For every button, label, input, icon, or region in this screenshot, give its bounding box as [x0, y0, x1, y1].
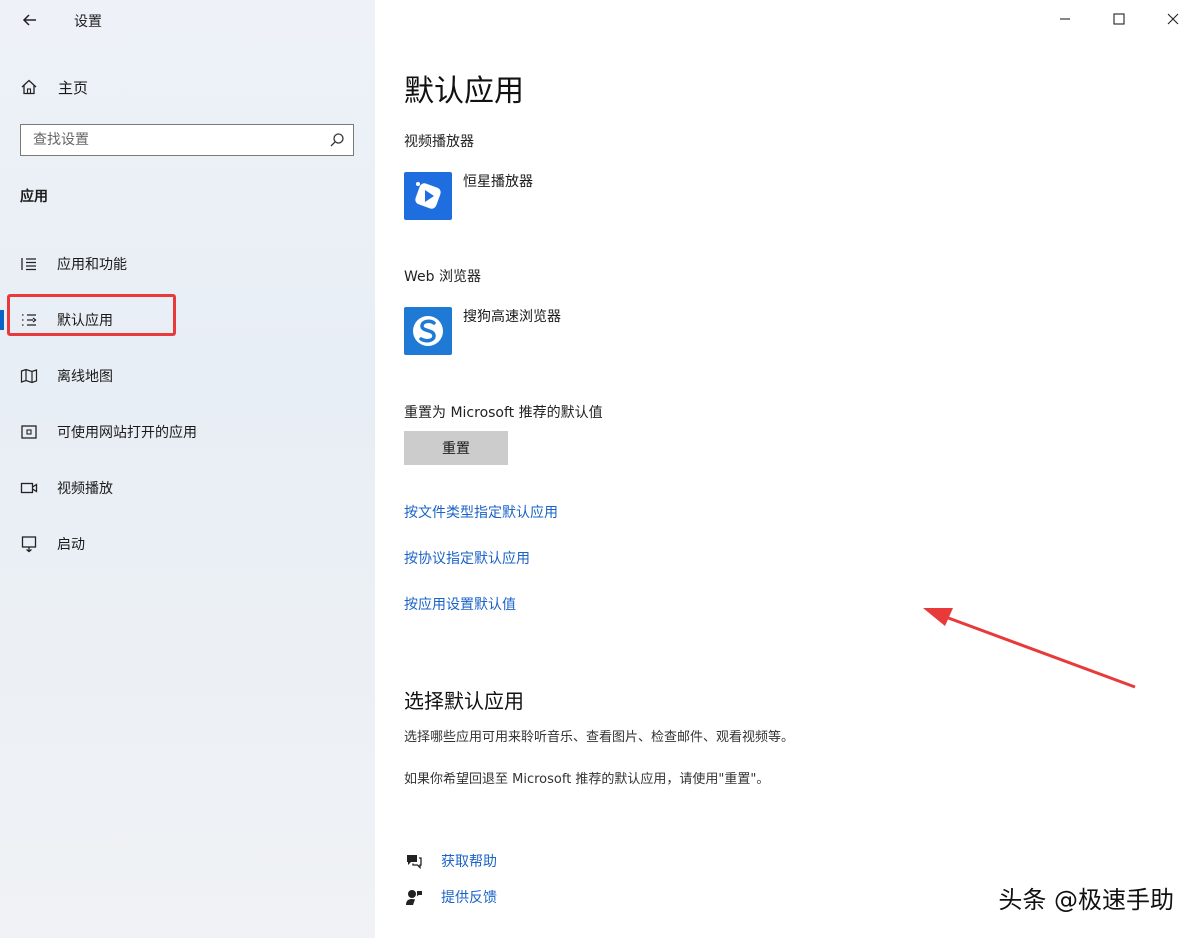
get-help-link[interactable]: 获取帮助: [404, 851, 497, 871]
apps-for-websites-icon: [21, 425, 37, 439]
link-by-app[interactable]: 按应用设置默认值: [404, 594, 516, 614]
home-label: 主页: [58, 78, 89, 97]
link-by-protocol[interactable]: 按协议指定默认应用: [404, 548, 530, 568]
feedback-label: 提供反馈: [441, 890, 497, 906]
sidebar-item-label: 视频播放: [57, 481, 113, 497]
search-icon[interactable]: [329, 132, 345, 148]
video-player-app[interactable]: 恒星播放器: [404, 172, 533, 220]
offline-maps-icon: [20, 368, 38, 384]
feedback-person-icon: [406, 890, 422, 905]
help-chat-icon: [407, 855, 422, 870]
player-app-icon: [404, 172, 452, 220]
sidebar-item-apps-for-websites[interactable]: 可使用网站打开的应用: [0, 412, 375, 452]
minimize-icon: [1060, 18, 1070, 20]
window-title: 设置: [74, 14, 102, 30]
back-arrow-icon[interactable]: [20, 10, 40, 30]
highlight-annotation: [7, 294, 176, 336]
watermark: 头条 @极速手助: [998, 886, 1174, 914]
video-playback-icon: [20, 482, 38, 494]
close-button[interactable]: [1146, 0, 1200, 38]
video-player-app-name: 恒星播放器: [463, 174, 533, 190]
close-icon: [1167, 13, 1179, 25]
sidebar-item-startup[interactable]: 启动: [0, 524, 375, 564]
sidebar: 设置 主页 应用 应用和功能 默认应用 离线地图: [0, 0, 375, 938]
sidebar-item-label: 离线地图: [57, 369, 113, 385]
web-browser-heading: Web 浏览器: [404, 269, 481, 285]
arrow-annotation: [923, 608, 1136, 689]
choose-description: 选择哪些应用可用来聆听音乐、查看图片、检查邮件、观看视频等。: [404, 730, 795, 745]
reset-hint: 如果你希望回退至 Microsoft 推荐的默认应用，请使用"重置"。: [404, 772, 770, 787]
web-browser-app[interactable]: 搜狗高速浏览器: [404, 307, 561, 355]
get-help-label: 获取帮助: [441, 854, 497, 870]
search-input[interactable]: [21, 125, 345, 155]
sidebar-item-apps-features[interactable]: 应用和功能: [0, 244, 375, 284]
home-icon: [21, 79, 37, 95]
video-player-heading: 视频播放器: [404, 134, 474, 150]
minimize-button[interactable]: [1038, 0, 1092, 38]
choose-default-apps-title: 选择默认应用: [404, 689, 524, 713]
reset-heading: 重置为 Microsoft 推荐的默认值: [404, 405, 603, 421]
sidebar-item-offline-maps[interactable]: 离线地图: [0, 356, 375, 396]
web-browser-app-name: 搜狗高速浏览器: [463, 309, 561, 325]
window-controls: [1038, 0, 1200, 38]
startup-icon: [21, 536, 37, 553]
sidebar-item-video-playback[interactable]: 视频播放: [0, 468, 375, 508]
link-by-file-type[interactable]: 按文件类型指定默认应用: [404, 502, 558, 522]
maximize-icon: [1113, 13, 1125, 25]
apps-features-icon: [21, 258, 36, 271]
sidebar-item-label: 启动: [57, 537, 85, 553]
browser-app-icon: [404, 307, 452, 355]
page-title: 默认应用: [404, 74, 524, 109]
sidebar-item-label: 可使用网站打开的应用: [57, 425, 197, 441]
section-label: 应用: [20, 189, 48, 205]
reset-button[interactable]: 重置: [404, 431, 508, 465]
sidebar-item-label: 应用和功能: [57, 257, 127, 273]
search-box[interactable]: [20, 124, 354, 156]
feedback-link[interactable]: 提供反馈: [404, 887, 497, 907]
maximize-button[interactable]: [1092, 0, 1146, 38]
home-nav[interactable]: 主页: [20, 74, 88, 100]
main-content: 默认应用 视频播放器 恒星播放器 Web 浏览器 搜狗高速浏览器 重置为 Mic…: [375, 0, 1200, 938]
